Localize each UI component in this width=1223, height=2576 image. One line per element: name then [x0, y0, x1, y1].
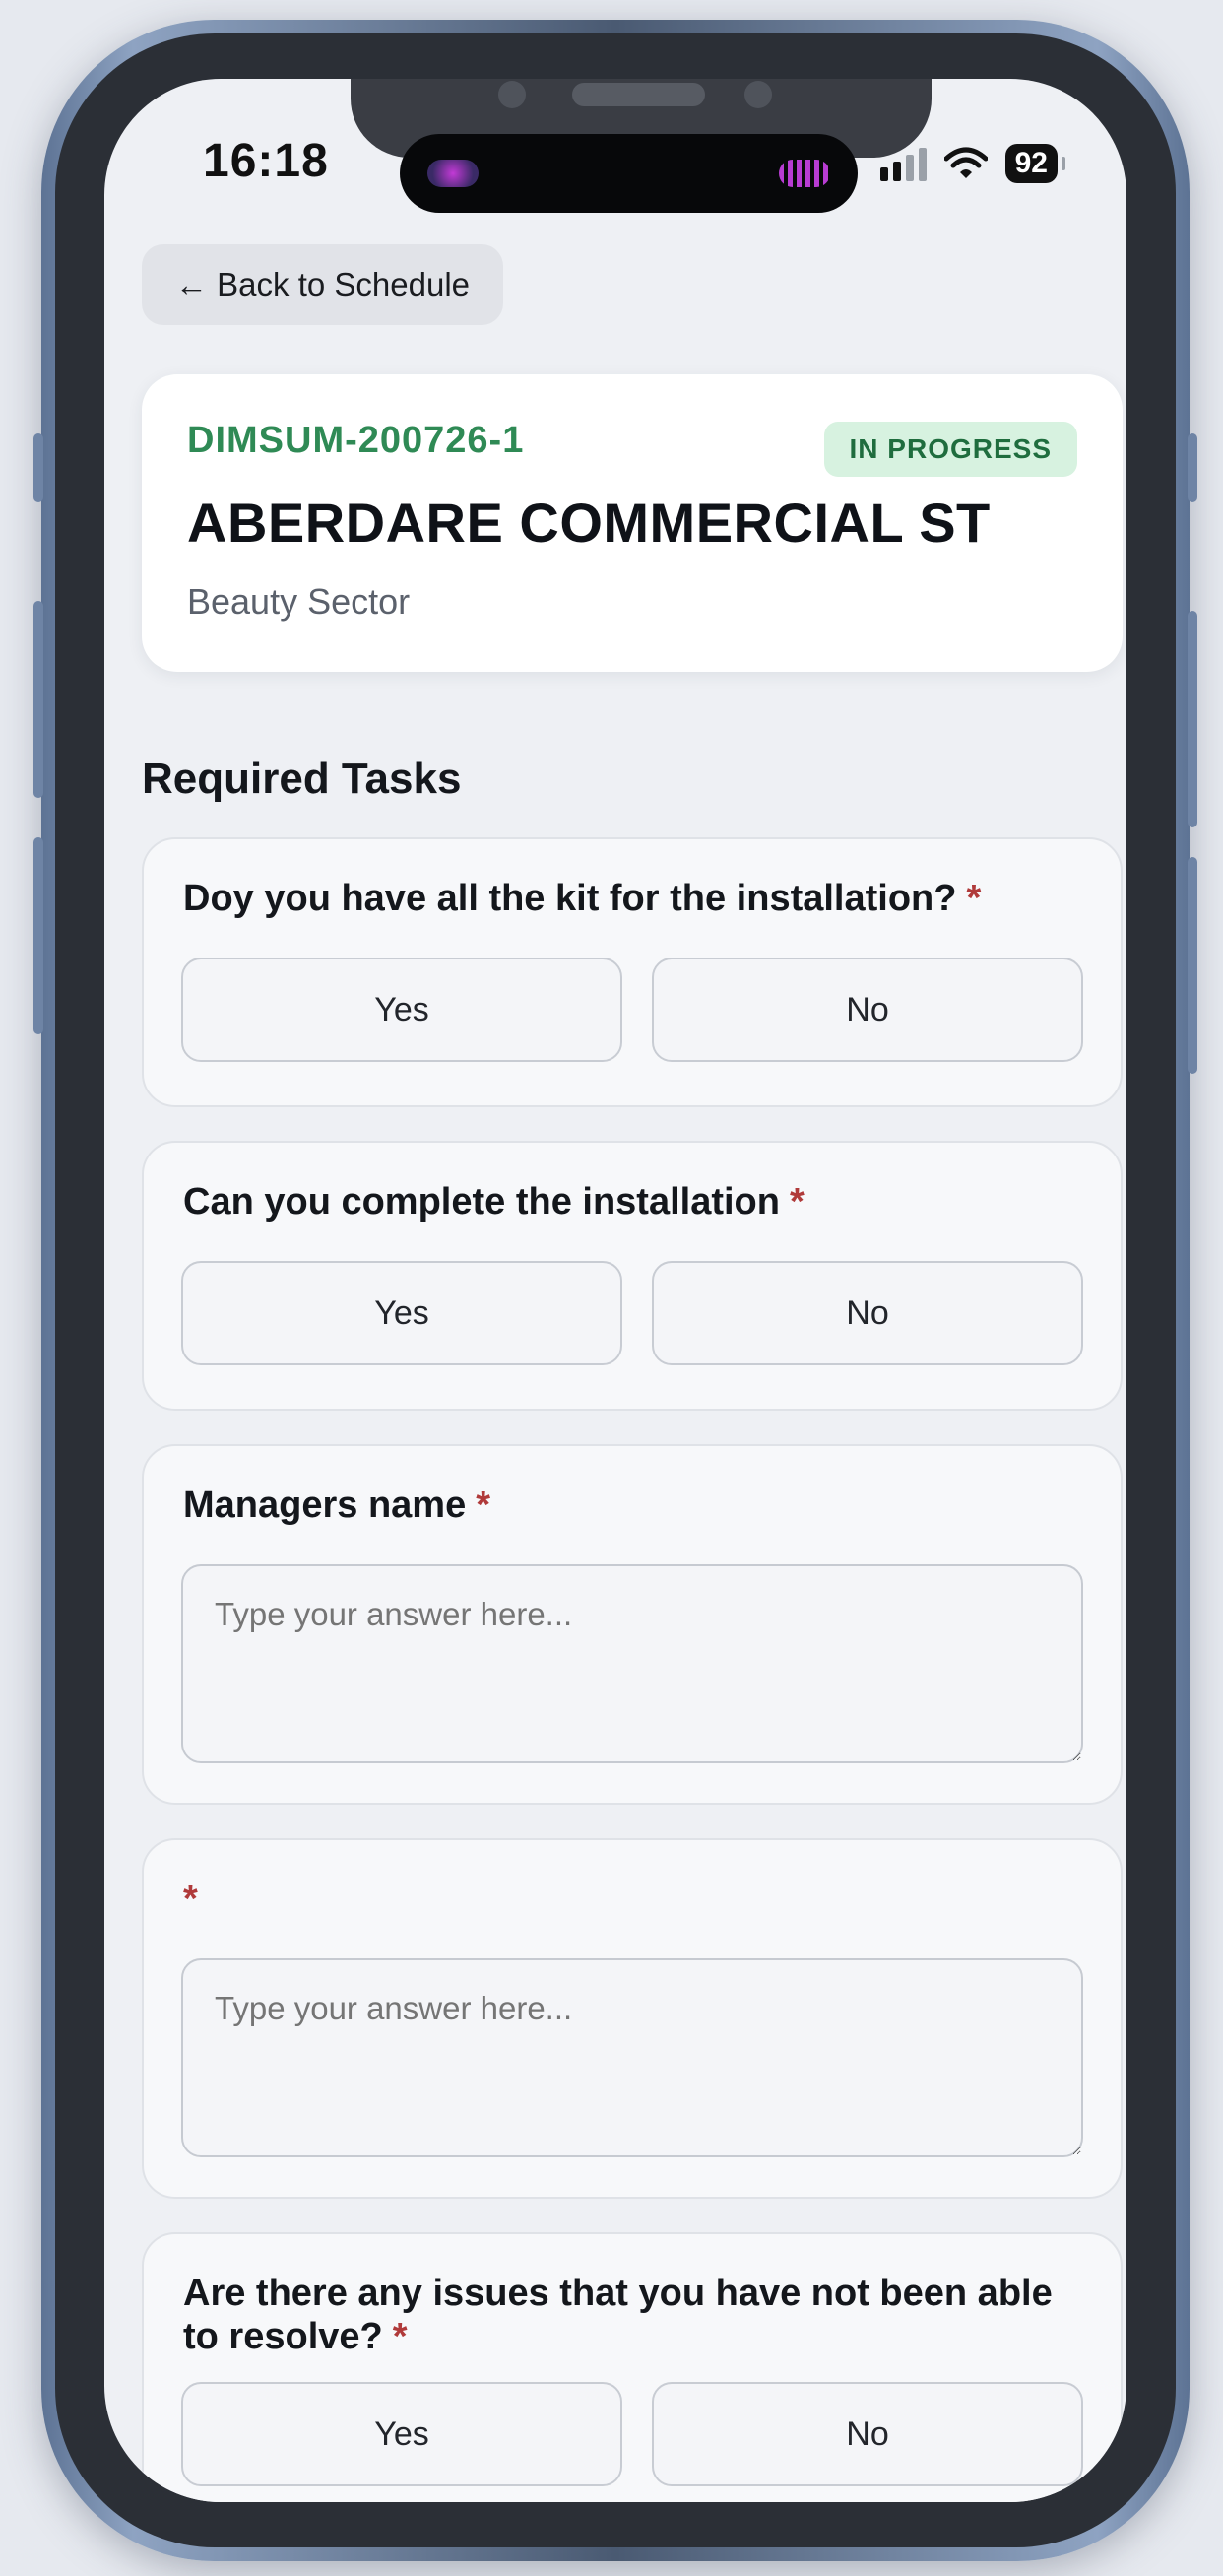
task-card-complete: Can you complete the installation * Yes N… — [142, 1141, 1123, 1411]
required-asterisk: * — [392, 2316, 408, 2357]
task-card-issues: Are there any issues that you have not b… — [142, 2232, 1123, 2502]
unlabeled-answer-input[interactable] — [181, 1958, 1083, 2157]
app-screen: 16:18 92 ← Back to Schedule DIMSUM-20072… — [104, 79, 1126, 2502]
wifi-icon — [943, 147, 988, 178]
task-question-text: Doy you have all the kit for the install… — [183, 878, 957, 919]
cellular-signal-icon — [879, 146, 927, 181]
side-button-lower — [1188, 857, 1197, 1074]
task-question-text: Managers name — [183, 1485, 467, 1526]
action-button — [33, 433, 43, 502]
task-question: Are there any issues that you have not b… — [183, 2272, 1069, 2358]
back-button-label: ← Back to Schedule — [175, 266, 470, 302]
job-header-card: DIMSUM-200726-1 IN PROGRESS ABERDARE COM… — [142, 374, 1123, 672]
phone-frame: 16:18 92 ← Back to Schedule DIMSUM-20072… — [33, 20, 1197, 2561]
task-card-managers-name: Managers name * — [142, 1444, 1123, 1805]
volume-down-button — [33, 837, 43, 1034]
side-button-upper — [1188, 433, 1197, 502]
task-question: Can you complete the installation * — [183, 1180, 1069, 1223]
status-icons: 92 — [879, 144, 1066, 183]
battery-indicator: 92 — [1004, 144, 1066, 183]
section-title: Required Tasks — [142, 755, 462, 803]
audio-waveform-icon — [779, 160, 830, 187]
yes-button[interactable]: Yes — [181, 958, 622, 1062]
yes-button[interactable]: Yes — [181, 2382, 622, 2486]
no-button[interactable]: No — [652, 2382, 1083, 2486]
site-name: ABERDARE COMMERCIAL ST — [187, 492, 991, 554]
back-to-schedule-button[interactable]: ← Back to Schedule — [142, 244, 503, 325]
activity-indicator-left-icon — [427, 160, 479, 187]
sensor-icon — [744, 81, 772, 108]
task-question: * — [183, 1878, 1069, 1921]
status-time: 16:18 — [203, 135, 329, 187]
task-card-unlabeled: * — [142, 1838, 1123, 2199]
required-asterisk: * — [476, 1485, 491, 1526]
job-id: DIMSUM-200726-1 — [187, 420, 525, 461]
front-camera-icon — [498, 81, 526, 108]
required-asterisk: * — [789, 1181, 805, 1222]
volume-up-button — [33, 601, 43, 798]
no-button[interactable]: No — [652, 1261, 1083, 1365]
task-question-text: Are there any issues that you have not b… — [183, 2273, 1053, 2357]
task-question-text: Can you complete the installation — [183, 1181, 780, 1222]
earpiece-speaker — [572, 83, 705, 106]
managers-name-input[interactable] — [181, 1564, 1083, 1763]
power-button — [1188, 611, 1197, 827]
task-question: Doy you have all the kit for the install… — [183, 877, 1069, 920]
status-badge: IN PROGRESS — [823, 422, 1077, 477]
no-button[interactable]: No — [652, 958, 1083, 1062]
task-question: Managers name * — [183, 1484, 1069, 1527]
sector-label: Beauty Sector — [187, 581, 411, 622]
bezel: 16:18 92 ← Back to Schedule DIMSUM-20072… — [55, 33, 1176, 2547]
required-asterisk: * — [966, 878, 982, 919]
task-card-kit: Doy you have all the kit for the install… — [142, 837, 1123, 1107]
yes-button[interactable]: Yes — [181, 1261, 622, 1365]
required-asterisk: * — [183, 1879, 198, 1920]
dynamic-island — [400, 134, 858, 213]
